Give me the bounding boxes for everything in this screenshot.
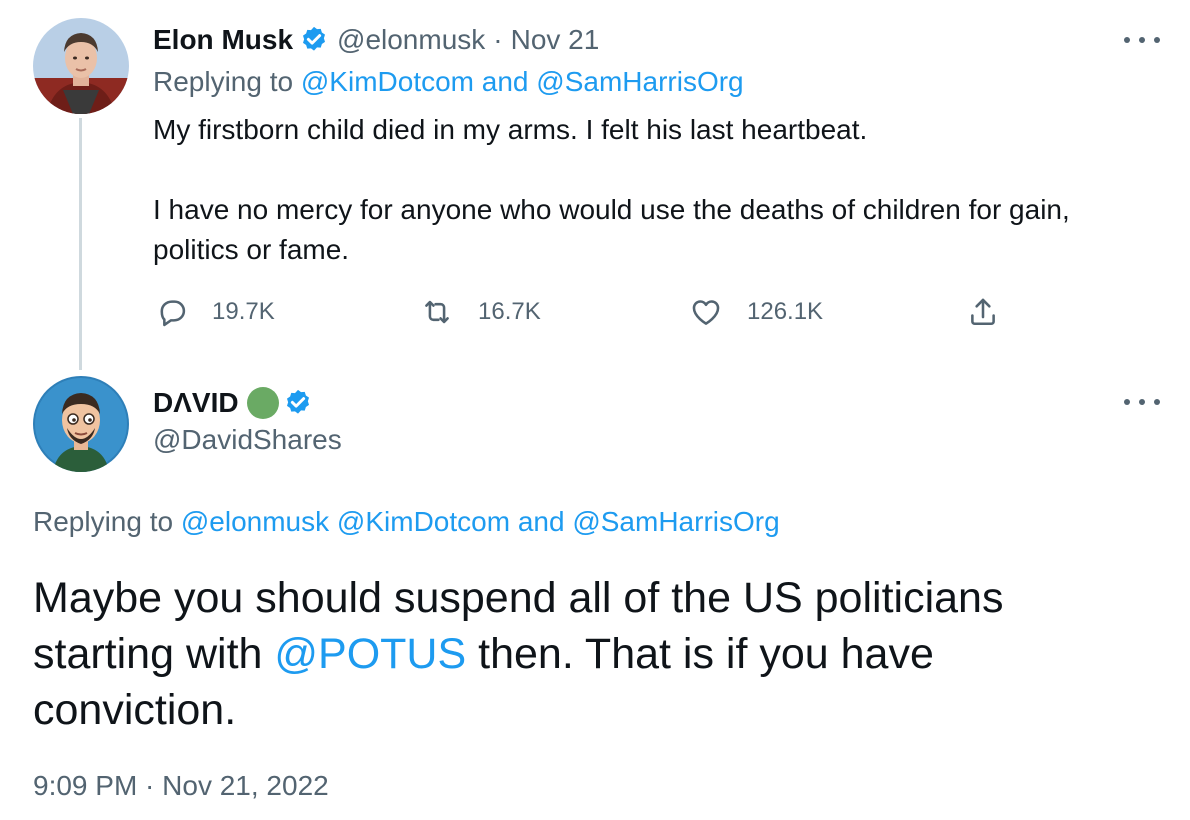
retweet-icon [420,295,454,329]
more-options-icon[interactable] [1124,30,1160,50]
mention-link[interactable]: @SamHarrisOrg [572,506,779,537]
heart-icon [689,295,723,329]
replying-prefix: Replying to [33,506,174,537]
tweet-text-line: I have no mercy for anyone who would use… [153,194,1070,225]
author-name[interactable]: DΛVID [153,387,239,419]
mention-link[interactable]: @SamHarrisOrg [536,66,743,97]
tweet2-text: Maybe you should suspend all of the US p… [33,570,1153,738]
replying-and[interactable]: and [518,506,565,537]
tweet-text-segment: starting with [33,630,263,678]
retweet-button[interactable]: 16.7K [420,292,541,332]
reply-count: 19.7K [212,298,275,325]
tweet-text-segment: then. That is if you have [478,630,934,678]
avatar-davidshares[interactable] [33,376,129,472]
separator-dot: · [493,24,503,55]
verified-badge-icon [299,25,329,55]
tweet-text-line: My firstborn child died in my arms. I fe… [153,114,868,145]
tweet1-text: My firstborn child died in my arms. I fe… [153,110,1153,270]
share-icon [966,295,1000,329]
like-count: 126.1K [747,298,824,325]
reply-icon [154,295,188,329]
tweet-text-line: starting with @POTUS then. That is if yo… [33,626,1153,682]
thread-connector-line [79,118,82,370]
author-handle[interactable]: @DavidShares [153,424,342,456]
replying-to: Replying to @KimDotcom and @SamHarrisOrg [153,66,744,98]
mention-link[interactable]: @KimDotcom [301,66,474,97]
author-handle[interactable]: @elonmusk [337,24,485,56]
tweet2-header: DΛVID [153,382,321,424]
replying-prefix: Replying to [153,66,294,97]
like-button[interactable]: 126.1K [689,292,823,332]
tweet-text-line: politics or fame. [153,234,350,265]
verified-badge-icon [283,388,313,418]
replying-to: Replying to @elonmusk @KimDotcom and @Sa… [33,506,780,538]
tweet-text-line: Maybe you should suspend all of the US p… [33,574,1004,622]
green-circle-icon [246,387,279,419]
more-options-icon[interactable] [1124,392,1160,412]
tweet-text-line: conviction. [33,686,237,734]
replying-and[interactable]: and [482,66,529,97]
avatar-elonmusk-image [33,18,129,114]
avatar-elonmusk[interactable] [33,18,129,114]
mention-link[interactable]: @KimDotcom [337,506,510,537]
retweet-count: 16.7K [478,298,541,325]
reply-button[interactable]: 19.7K [154,292,275,332]
avatar-davidshares-image [33,376,129,472]
share-button[interactable] [966,292,1024,332]
tweet1-header: Elon Musk @elonmusk · Nov 21 [153,20,599,60]
tweet-timestamp[interactable]: 9:09 PM · Nov 21, 2022 [33,770,329,802]
mention-link[interactable]: @elonmusk [181,506,329,537]
mention-link[interactable]: @POTUS [274,630,466,678]
tweet-date[interactable]: Nov 21 [511,24,600,56]
author-name[interactable]: Elon Musk [153,24,293,56]
